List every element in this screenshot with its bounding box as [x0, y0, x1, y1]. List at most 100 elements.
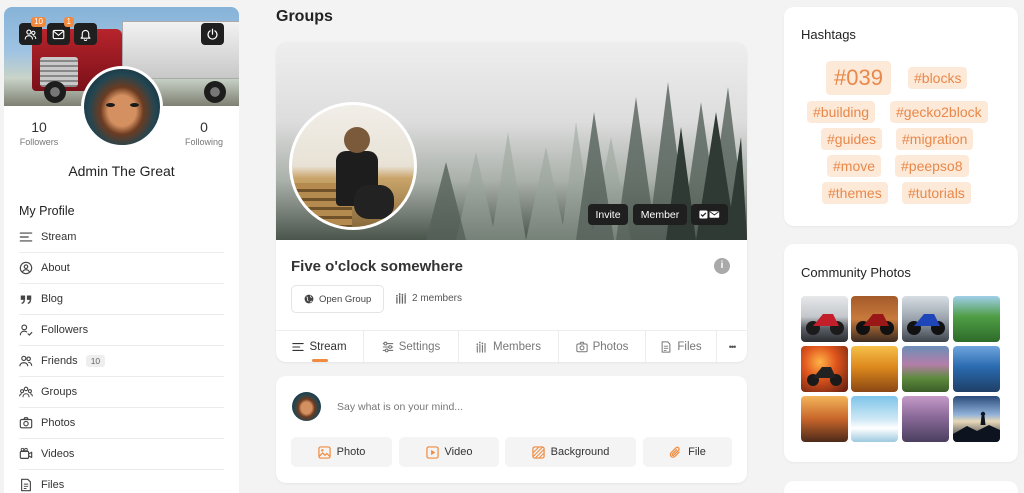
profile-menu-groups[interactable]: Groups: [19, 377, 224, 408]
avatar[interactable]: [81, 66, 163, 148]
profile-menu-videos[interactable]: Videos: [19, 439, 224, 470]
button-label: Background: [550, 446, 610, 458]
camera-icon: [19, 417, 33, 429]
menu-item-label: Photos: [41, 417, 76, 429]
community-photo[interactable]: [801, 296, 848, 342]
hashtag-chip[interactable]: #migration: [896, 128, 974, 150]
community-photo[interactable]: [801, 396, 848, 442]
profile-menu-photos[interactable]: Photos: [19, 408, 224, 439]
hashtag-chip[interactable]: #tutorials: [902, 182, 971, 204]
hashtags-title: Hashtags: [801, 27, 856, 42]
sliders-icon: [382, 341, 393, 353]
menu-item-label: Groups: [41, 386, 78, 398]
community-photo[interactable]: [902, 396, 949, 442]
friends-notification-button[interactable]: 10: [19, 17, 46, 45]
video-icon: [19, 447, 33, 459]
messages-notification-button[interactable]: 1: [47, 17, 74, 45]
next-widget: [784, 481, 1018, 493]
followers-stat[interactable]: 10 Followers: [9, 119, 69, 147]
tab-stream[interactable]: Stream: [276, 331, 364, 362]
add-background-button[interactable]: Background: [505, 437, 636, 467]
hashtag-chip[interactable]: #039: [826, 61, 891, 95]
profile-menu-blog[interactable]: Blog: [19, 284, 224, 315]
community-photo[interactable]: [801, 346, 848, 392]
info-icon[interactable]: i: [714, 258, 730, 274]
motorcycle-icon: [807, 367, 842, 386]
camera-icon: [575, 341, 588, 353]
tab-photos[interactable]: Photos: [559, 331, 646, 362]
post-input[interactable]: Say what is on your mind...: [337, 401, 463, 413]
hashtag-chip[interactable]: #building: [807, 101, 876, 123]
cover-truck-wheel: [204, 81, 226, 103]
group-name: Five o'clock somewhere: [291, 258, 463, 275]
button-label: File: [688, 446, 706, 458]
button-label: Video: [444, 446, 473, 458]
globe-icon: [304, 294, 314, 304]
notification-settings-button[interactable]: [691, 204, 728, 225]
members-icon: [476, 341, 486, 353]
background-pattern-icon: [531, 445, 545, 459]
menu-item-label: Blog: [41, 293, 64, 305]
tab-more-button[interactable]: •••: [717, 331, 747, 362]
motorcycle-icon: [856, 314, 894, 335]
hashtag-chip[interactable]: #blocks: [908, 67, 968, 89]
motorcycle-icon: [907, 314, 945, 335]
tab-files[interactable]: Files: [646, 331, 717, 362]
groups-icon: [19, 386, 33, 398]
community-photo[interactable]: [953, 296, 1000, 342]
profile-menu-friends[interactable]: Friends 10: [19, 346, 224, 377]
user-circle-icon: [19, 261, 33, 275]
notifications-button[interactable]: [74, 23, 97, 45]
friends-count-badge: 10: [31, 17, 46, 27]
hashtag-chip[interactable]: #gecko2block: [890, 101, 988, 123]
community-photo[interactable]: [953, 346, 1000, 392]
profile-menu-stream[interactable]: Stream: [19, 222, 224, 253]
profile-menu-files[interactable]: Files: [19, 470, 224, 493]
profile-menu-followers[interactable]: Followers: [19, 315, 224, 346]
stream-icon: [292, 343, 305, 351]
invite-button[interactable]: Invite: [588, 204, 628, 225]
add-file-button[interactable]: File: [643, 437, 732, 467]
avatar-person-head: [344, 127, 370, 153]
menu-item-label: Followers: [41, 324, 89, 336]
hiker-silhouette-icon: [953, 411, 1000, 442]
hashtag-chip[interactable]: #move: [827, 155, 882, 177]
quote-icon: [20, 295, 32, 305]
tab-members[interactable]: Members: [459, 331, 559, 362]
followers-count: 10: [31, 119, 47, 135]
hashtag-chip[interactable]: #peepso8: [895, 155, 969, 177]
group-members-count[interactable]: 2 members: [396, 293, 462, 304]
cover-truck-wheel: [44, 81, 66, 103]
community-photo[interactable]: [953, 396, 1000, 442]
file-icon: [21, 478, 31, 492]
add-video-button[interactable]: Video: [399, 437, 499, 467]
menu-item-label: Friends: [41, 355, 78, 367]
community-photo[interactable]: [851, 296, 898, 342]
logout-button[interactable]: [201, 23, 224, 45]
add-photo-button[interactable]: Photo: [291, 437, 392, 467]
hashtag-chip[interactable]: #guides: [821, 128, 883, 150]
friends-icon: [24, 28, 37, 39]
profile-name[interactable]: Admin The Great: [4, 163, 239, 179]
following-stat[interactable]: 0 Following: [174, 119, 234, 147]
hashtag-chip[interactable]: #themes: [822, 182, 888, 204]
community-photo[interactable]: [851, 346, 898, 392]
tab-label: Members: [493, 341, 541, 353]
messages-count-badge: 1: [63, 17, 74, 27]
community-photo[interactable]: [902, 346, 949, 392]
group-avatar[interactable]: [289, 102, 417, 230]
group-privacy-badge[interactable]: Open Group: [291, 285, 385, 313]
privacy-label: Open Group: [319, 293, 372, 305]
community-photo[interactable]: [902, 296, 949, 342]
menu-item-label: Files: [41, 479, 65, 491]
profile-menu-about[interactable]: About: [19, 253, 224, 284]
stream-icon: [19, 232, 33, 242]
button-label: Photo: [336, 446, 366, 458]
tab-label: Settings: [398, 341, 441, 353]
tab-label: Photos: [592, 341, 629, 353]
member-button[interactable]: Member: [633, 204, 687, 225]
menu-item-label: About: [41, 262, 70, 274]
tab-settings[interactable]: Settings: [364, 331, 459, 362]
hashtags-widget: Hashtags #039 #blocks #building #gecko2b…: [784, 7, 1018, 226]
community-photo[interactable]: [851, 396, 898, 442]
